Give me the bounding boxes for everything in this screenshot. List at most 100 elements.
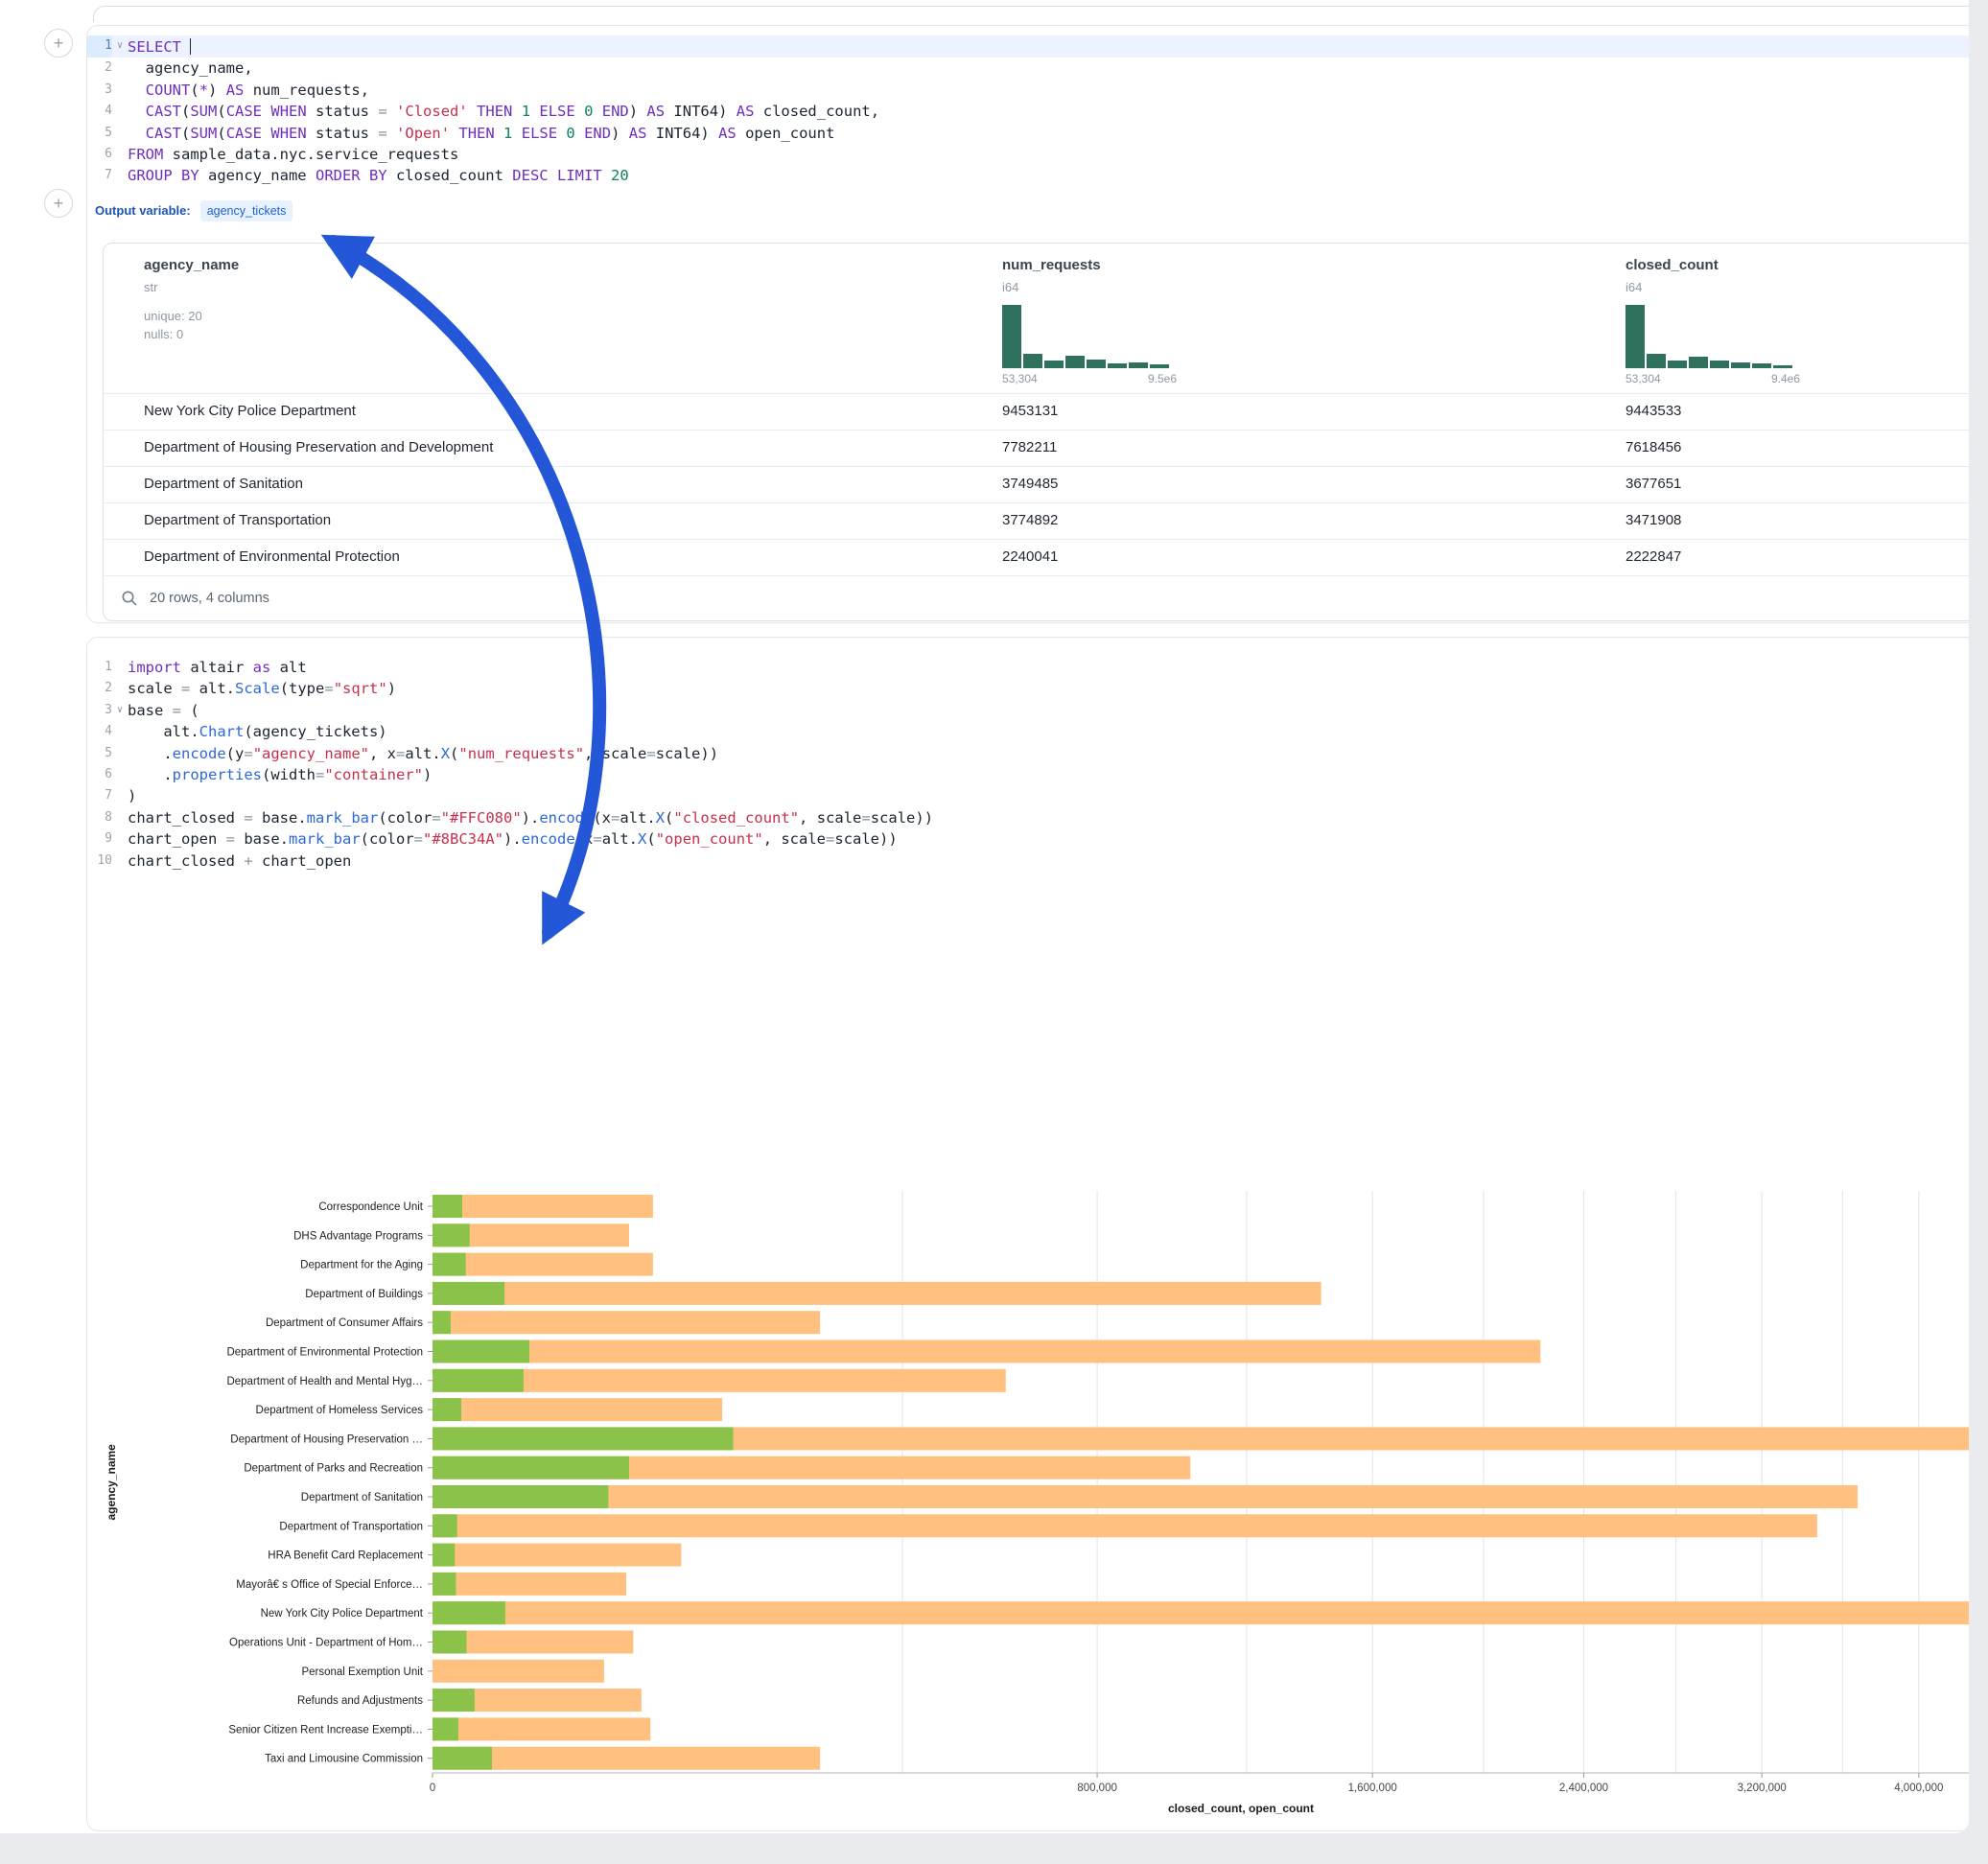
bar-open-count [433,1223,470,1247]
histogram-min: 53,304 [1002,372,1038,385]
sql-cell-card: 1∨SELECT 2 agency_name,3 COUNT(*) AS num… [86,25,1969,623]
table-row: Department of Sanitation37494853677651 [104,466,1969,502]
code-line: 3 COUNT(*) AS num_requests, [87,80,1969,101]
y-axis-label: Taxi and Limousine Commission [265,1754,423,1765]
python-cell-card: 1import altair as alt2scale = alt.Scale(… [86,637,1969,1831]
code-text: GROUP BY agency_name ORDER BY closed_cou… [128,165,1969,186]
line-number: 2 [87,678,112,699]
column-meta-unique: unique: 20 [144,309,202,323]
output-variable-label: Output variable: [95,203,191,218]
code-text: COUNT(*) AS num_requests, [128,80,1969,101]
bar-closed-count [433,1573,626,1596]
gutter-spacer [112,165,128,186]
code-line: 4 CAST(SUM(CASE WHEN status = 'Closed' T… [87,101,1969,122]
code-text: chart_closed = base.mark_bar(color="#FFC… [128,807,1969,828]
bar-open-count [433,1747,492,1770]
table-row: Department of Environmental Protection22… [104,539,1969,575]
add-cell-button[interactable]: + [44,29,73,58]
line-number: 6 [87,144,112,165]
gutter-spacer [112,80,128,101]
code-line: 5 .encode(y="agency_name", x=alt.X("num_… [87,743,1969,764]
histogram-max: 9.5e6 [1148,372,1177,385]
bar-open-count [433,1456,629,1480]
bar-open-count [433,1544,455,1567]
table-cell: 7782211 [1002,439,1057,455]
add-cell-button[interactable]: + [44,189,73,218]
code-text: ) [128,785,1969,806]
collapse-chevron-icon[interactable]: ∨ [112,700,128,721]
table-cell: New York City Police Department [144,403,356,419]
python-editor[interactable]: 1import altair as alt2scale = alt.Scale(… [87,638,1969,872]
y-axis-label: Correspondence Unit [318,1201,423,1213]
code-text: CAST(SUM(CASE WHEN status = 'Closed' THE… [128,101,1969,122]
x-tick-label: 800,000 [1077,1782,1117,1794]
code-line: 1∨SELECT [87,35,1969,58]
line-number: 10 [87,850,112,872]
gutter-spacer [112,123,128,144]
bar-open-count [433,1398,461,1421]
output-variable-chip[interactable]: agency_tickets [200,200,293,221]
collapse-chevron-icon[interactable]: ∨ [112,35,128,58]
line-number: 6 [87,764,112,785]
code-text: chart_open = base.mark_bar(color="#8BC34… [128,828,1969,850]
gutter-spacer [112,807,128,828]
bar-open-count [433,1485,608,1508]
x-tick-label: 3,200,000 [1738,1782,1787,1794]
table-cell: Department of Housing Preservation and D… [144,439,493,455]
table-row: Department of Housing Preservation and D… [104,430,1969,466]
table-cell: 9443533 [1625,403,1681,419]
bar-open-count [433,1631,467,1654]
search-icon[interactable] [121,590,138,607]
code-text: chart_closed + chart_open [128,850,1969,872]
table-cell: 7618456 [1625,439,1681,455]
table-summary: 20 rows, 4 columns [150,591,269,606]
line-number: 1 [87,657,112,678]
code-line: 7) [87,785,1969,806]
bar-closed-count [433,1485,1858,1508]
column-meta-nulls: nulls: 0 [144,327,183,341]
bar-closed-count [433,1660,604,1683]
gutter-spacer [112,828,128,850]
bar-open-count [433,1340,529,1363]
y-axis-label: Department for the Aging [300,1260,423,1271]
gutter-spacer [112,850,128,872]
line-number: 7 [87,165,112,186]
y-axis-label: Senior Citizen Rent Increase Exempti… [228,1724,423,1736]
line-number: 3 [87,80,112,101]
x-tick-label: 4,000,000 [1894,1782,1943,1794]
bar-open-count [433,1717,458,1740]
table-row: New York City Police Department 9453131 94… [104,393,1969,430]
bar-closed-count [433,1601,1969,1624]
code-text: base = ( [128,700,1969,721]
bar-closed-count [433,1340,1540,1363]
gutter-spacer [112,721,128,742]
line-number: 4 [87,101,112,122]
y-axis-title: agency_name [105,1444,118,1521]
bar-closed-count [433,1195,653,1218]
bar-open-count [433,1514,457,1537]
bar-open-count [433,1573,456,1596]
y-axis-label: Department of Environmental Protection [226,1347,423,1359]
code-text: CAST(SUM(CASE WHEN status = 'Open' THEN … [128,123,1969,144]
code-line: 8chart_closed = base.mark_bar(color="#FF… [87,807,1969,828]
code-line: 5 CAST(SUM(CASE WHEN status = 'Open' THE… [87,123,1969,144]
code-line: 2 agency_name, [87,58,1969,79]
code-line: 2scale = alt.Scale(type="sqrt") [87,678,1969,699]
histogram-max: 9.4e6 [1771,372,1800,385]
bar-closed-count [433,1544,681,1567]
gutter-spacer [112,743,128,764]
line-number: 4 [87,721,112,742]
y-axis-label: Department of Housing Preservation … [230,1433,423,1445]
bar-closed-count [433,1717,650,1740]
table-cell: 9453131 [1002,403,1058,419]
bar-closed-count [433,1514,1817,1537]
code-line: 6FROM sample_data.nyc.service_requests [87,144,1969,165]
table-cell: Department of Environmental Protection [144,548,400,565]
x-axis-title: closed_count, open_count [1168,1802,1314,1815]
y-axis-label: Personal Exemption Unit [301,1666,423,1678]
y-axis-label: New York City Police Department [261,1608,424,1619]
bar-open-count [433,1427,734,1450]
line-number: 1 [87,35,112,58]
sql-editor[interactable]: 1∨SELECT 2 agency_name,3 COUNT(*) AS num… [87,26,1969,187]
bar-closed-count [433,1311,820,1334]
